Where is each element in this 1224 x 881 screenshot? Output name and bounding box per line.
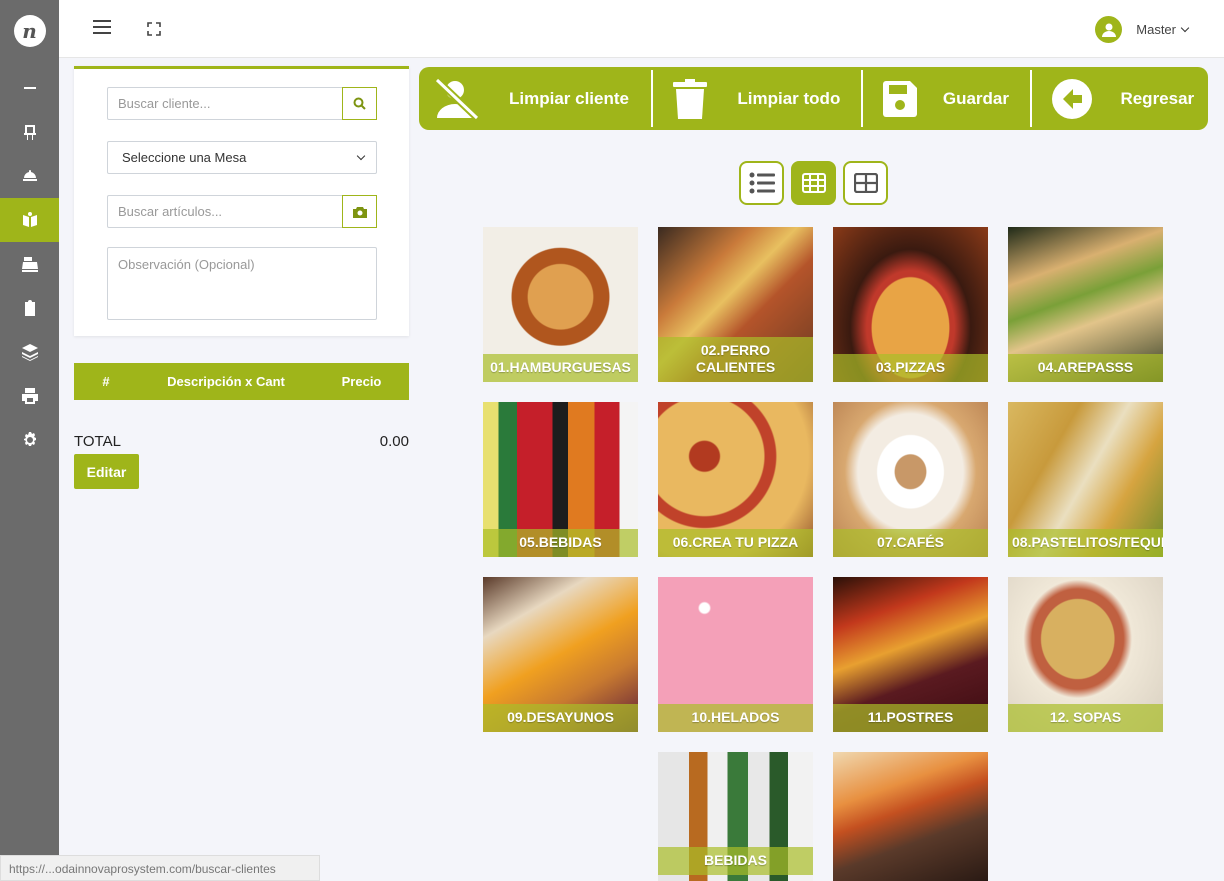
status-bar-url: https://...odainnovaprosystem.com/buscar… [0, 855, 320, 881]
category-label: 11.POSTRES [833, 704, 988, 732]
logo-mark: n [13, 15, 46, 47]
observation-placeholder: Observación (Opcional) [118, 257, 255, 272]
category-label [833, 870, 988, 881]
category-tile[interactable]: 11.POSTRES [833, 577, 988, 732]
chevron-down-icon [356, 151, 366, 160]
book-icon[interactable] [0, 198, 59, 242]
client-search-input[interactable]: Buscar cliente... [118, 96, 366, 111]
fullscreen-icon[interactable] [147, 22, 161, 36]
category-tile[interactable]: BEBIDAS [658, 752, 813, 881]
total-label: TOTAL [74, 433, 121, 450]
category-label: 06.CREA TU PIZZA [658, 529, 813, 557]
user-menu[interactable]: Master [1095, 16, 1190, 43]
save-button[interactable]: Guardar [863, 70, 1031, 127]
grid-large-icon [853, 173, 878, 193]
category-label: 10.HELADOS [658, 704, 813, 732]
category-label: 05.BEBIDAS [483, 529, 638, 557]
category-tile[interactable]: 05.BEBIDAS [483, 402, 638, 557]
col-price: Precio [341, 374, 382, 389]
clear-all-label: Limpiar todo [737, 88, 841, 108]
order-form-panel: Buscar cliente... Seleccione una Mesa Bu… [74, 66, 409, 336]
order-table-header: # Descripción x Cant Precio [74, 363, 409, 400]
arrow-left-circle-icon [1052, 78, 1093, 119]
chair-icon[interactable] [0, 110, 59, 154]
mesa-selected-value: Seleccione una Mesa [122, 150, 247, 165]
save-label: Guardar [942, 88, 1009, 108]
category-label: 02.PERRO CALIENTES [658, 337, 813, 382]
edit-button[interactable]: Editar [74, 454, 139, 489]
cash-register-icon[interactable] [0, 242, 59, 286]
sidebar: n [0, 0, 59, 881]
category-tile[interactable]: 10.HELADOS [658, 577, 813, 732]
trash-icon [673, 78, 708, 119]
user-name: Master [1136, 22, 1176, 37]
category-label: 12. SOPAS [1008, 704, 1163, 732]
layers-icon[interactable] [0, 330, 59, 374]
avatar [1095, 16, 1123, 43]
top-bar: Master [59, 0, 1224, 58]
action-bar: Limpiar cliente Limpiar todo Guardar Reg… [419, 67, 1208, 130]
category-tile[interactable]: 06.CREA TU PIZZA [658, 402, 813, 557]
total-row: TOTAL 0.00 [74, 433, 409, 450]
observation-textarea[interactable]: Observación (Opcional) [107, 247, 377, 320]
category-label: 09.DESAYUNOS [483, 704, 638, 732]
category-tile[interactable]: 12. SOPAS [1008, 577, 1163, 732]
category-label: 07.CAFÉS [833, 529, 988, 557]
user-slash-icon [434, 77, 480, 120]
category-tile[interactable]: 09.DESAYUNOS [483, 577, 638, 732]
gear-icon[interactable] [0, 418, 59, 462]
total-value: 0.00 [379, 433, 409, 450]
clear-all-button[interactable]: Limpiar todo [653, 70, 860, 127]
category-tile[interactable]: 04.AREPASSS [1008, 227, 1163, 382]
list-icon [749, 172, 775, 194]
articles-search-input[interactable]: Buscar artículos... [118, 204, 366, 219]
mesa-select[interactable]: Seleccione una Mesa [107, 141, 377, 174]
logo[interactable]: n [0, 0, 59, 62]
clear-client-label: Limpiar cliente [509, 88, 629, 108]
search-button[interactable] [342, 87, 377, 120]
chevron-down-icon [1180, 23, 1190, 32]
category-label: BEBIDAS [658, 847, 813, 875]
col-number: # [102, 374, 110, 389]
col-description: Descripción x Cant [167, 374, 285, 389]
printer-icon[interactable] [0, 374, 59, 418]
category-tile[interactable]: 07.CAFÉS [833, 402, 988, 557]
articles-search-field[interactable]: Buscar artículos... [107, 195, 377, 228]
category-tile[interactable]: 01.HAMBURGUESAS [483, 227, 638, 382]
category-label: 04.AREPASSS [1008, 354, 1163, 382]
view-toggles [739, 161, 888, 205]
category-tile[interactable]: 08.PASTELITOS/TEQUEÑOS/EMPANADAS [1008, 402, 1163, 557]
clear-client-button[interactable]: Limpiar cliente [419, 70, 651, 127]
grid-large-view-toggle[interactable] [843, 161, 888, 205]
back-label: Regresar [1120, 88, 1195, 108]
category-label: 08.PASTELITOS/TEQUEÑOS/EMPANADAS [1008, 529, 1163, 557]
menu-icon[interactable] [93, 20, 111, 36]
floppy-disk-icon [882, 80, 917, 117]
bell-icon[interactable] [0, 154, 59, 198]
sidebar-collapse-dash-icon[interactable] [0, 66, 59, 110]
grid-icon [801, 173, 826, 193]
list-view-toggle[interactable] [739, 161, 784, 205]
camera-icon [352, 206, 367, 218]
category-label: 03.PIZZAS [833, 354, 988, 382]
back-button[interactable]: Regresar [1032, 70, 1208, 127]
grid-small-view-toggle[interactable] [791, 161, 836, 205]
category-tile[interactable] [833, 752, 988, 881]
category-tile[interactable]: 02.PERRO CALIENTES [658, 227, 813, 382]
clipboard-icon[interactable] [0, 286, 59, 330]
category-label: 01.HAMBURGUESAS [483, 354, 638, 382]
search-icon [353, 97, 366, 110]
camera-button[interactable] [342, 195, 377, 228]
category-tile[interactable]: 03.PIZZAS [833, 227, 988, 382]
client-search-field[interactable]: Buscar cliente... [107, 87, 377, 120]
